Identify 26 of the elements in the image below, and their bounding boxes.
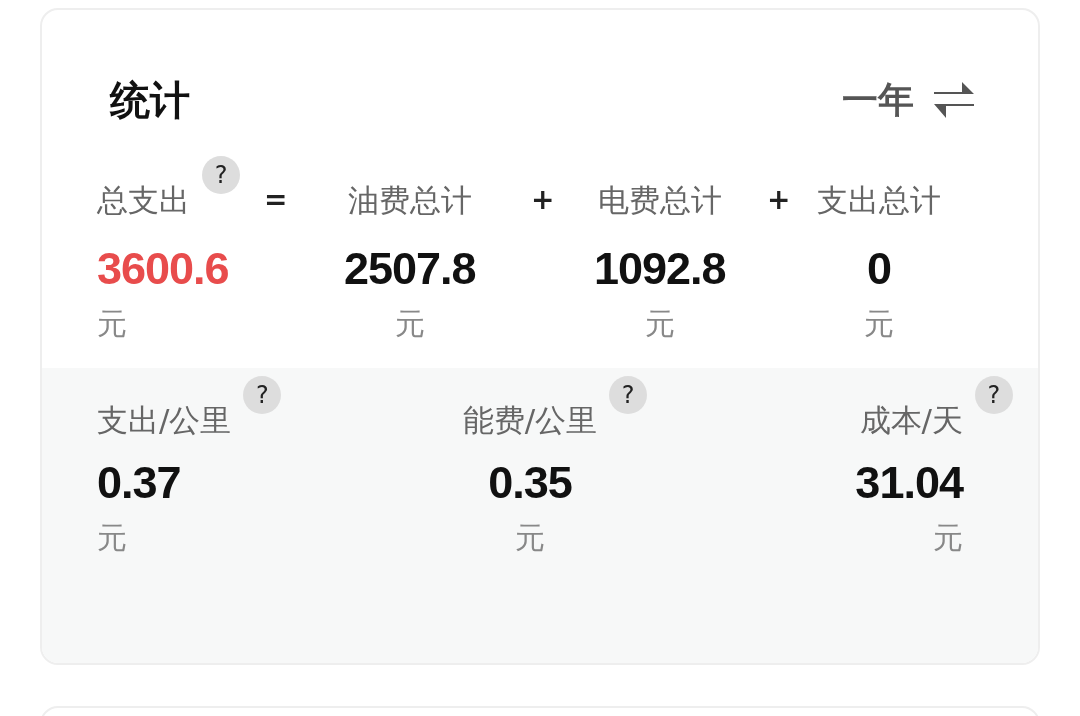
unit-label: 元 [97, 305, 127, 343]
unit-label: 元 [394, 305, 425, 343]
card-title: 统计 [110, 75, 190, 125]
operator-sign: = [264, 182, 289, 218]
stat-value: 0.37 [97, 458, 181, 508]
unit-label: 元 [864, 305, 894, 343]
help-button[interactable]: ? [202, 156, 240, 194]
stat-label: 支出总计 [817, 181, 941, 220]
stat-value: 2507.8 [344, 244, 476, 294]
operator-sign: + [531, 182, 556, 218]
help-button[interactable]: ? [609, 376, 648, 414]
stat-label: 油费总计 [347, 181, 472, 220]
stat-value: 3600.6 [97, 244, 229, 294]
help-button[interactable]: ? [243, 376, 282, 414]
period-label[interactable]: 一年 [842, 75, 914, 125]
stat-label: 电费总计 [597, 181, 722, 220]
unit-label: 元 [644, 305, 675, 343]
operator-sign: + [767, 182, 792, 218]
unit-label: 元 [933, 519, 963, 557]
stat-value: 0.35 [488, 458, 572, 508]
stat-value: 31.04 [855, 458, 963, 508]
stat-value: 0 [867, 244, 891, 294]
help-button[interactable]: ? [975, 376, 1013, 414]
stat-value: 1092.8 [594, 244, 726, 294]
unit-label: 元 [97, 519, 127, 557]
unit-label: 元 [515, 519, 545, 557]
